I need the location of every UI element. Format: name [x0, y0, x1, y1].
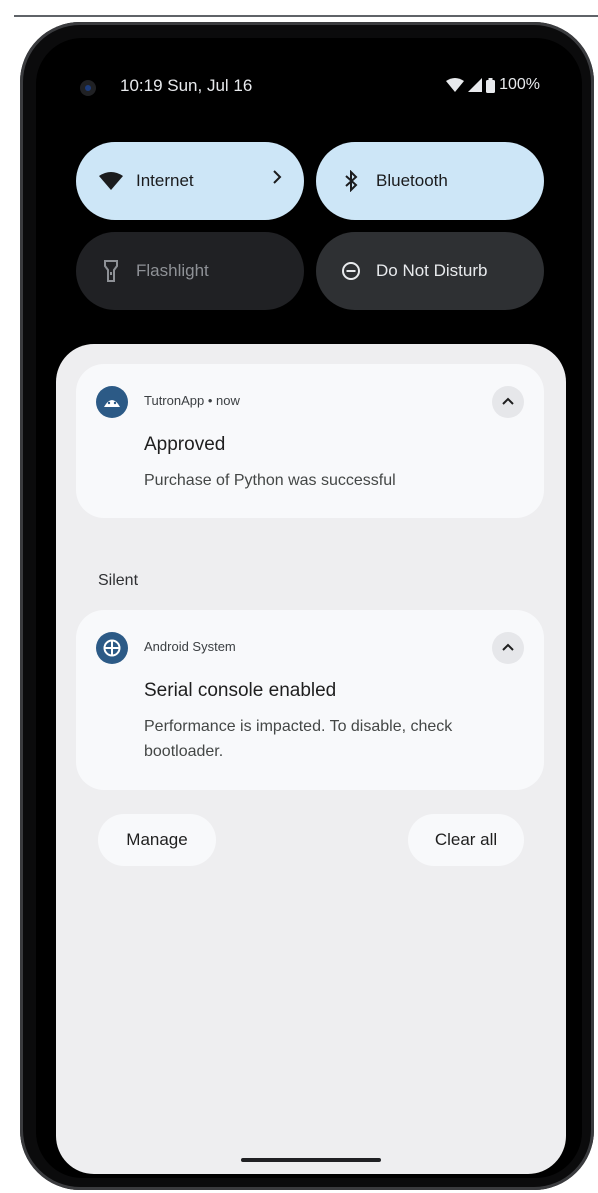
cellular-signal-icon — [468, 78, 483, 92]
notification-shade: TutronApp • now Approved Purchase of Pyt… — [56, 344, 566, 1174]
chevron-up-icon — [501, 393, 515, 411]
status-icons: 100% — [446, 76, 540, 94]
do-not-disturb-tile-label: Do Not Disturb — [376, 261, 488, 280]
status-time: 10:19 Sun, Jul 16 — [120, 76, 253, 95]
collapse-notification-button[interactable] — [492, 386, 524, 418]
notification-body: Performance is impacted. To disable, che… — [144, 718, 453, 760]
battery-icon — [486, 77, 496, 93]
silent-section-header: Silent — [98, 572, 139, 589]
notification-separator: • — [207, 393, 213, 408]
screen: 10:19 Sun, Jul 16 100% Internet Bluetoot… — [36, 38, 582, 1178]
do-not-disturb-tile[interactable]: Do Not Disturb — [316, 232, 544, 310]
notification-time: now — [216, 393, 240, 408]
chevron-right-icon[interactable] — [272, 169, 282, 190]
clear-all-button[interactable]: Clear all — [408, 814, 524, 866]
notification-card-android-system[interactable]: Android System Serial console enabled Pe… — [76, 610, 544, 790]
bluetooth-icon — [338, 168, 364, 194]
camera-cutout — [80, 80, 96, 96]
notification-title: Serial console enabled — [144, 680, 337, 701]
notification-title: Approved — [144, 434, 226, 455]
do-not-disturb-icon — [338, 258, 364, 284]
android-system-icon — [96, 632, 128, 664]
bluetooth-tile[interactable]: Bluetooth — [316, 142, 544, 220]
battery-percent: 100% — [499, 76, 540, 93]
notification-app-header: TutronApp • now — [144, 393, 240, 408]
notification-app-name: TutronApp — [144, 393, 205, 408]
wifi-icon — [98, 168, 124, 194]
chevron-up-icon — [501, 639, 515, 657]
wifi-icon — [446, 78, 465, 92]
bluetooth-tile-label: Bluetooth — [376, 171, 448, 190]
flashlight-icon — [98, 258, 124, 284]
collapse-notification-button[interactable] — [492, 632, 524, 664]
notification-body: Purchase of Python was successful — [144, 472, 396, 489]
internet-tile-label: Internet — [136, 171, 194, 190]
internet-tile[interactable]: Internet — [76, 142, 304, 220]
flashlight-tile[interactable]: Flashlight — [76, 232, 304, 310]
notification-card-tutronapp[interactable]: TutronApp • now Approved Purchase of Pyt… — [76, 364, 544, 518]
flashlight-tile-label: Flashlight — [136, 261, 209, 280]
top-divider — [14, 15, 598, 17]
android-app-icon — [96, 386, 128, 418]
notification-app-name: Android System — [144, 639, 236, 654]
shade-drag-handle[interactable] — [241, 1158, 381, 1162]
manage-button[interactable]: Manage — [98, 814, 216, 866]
